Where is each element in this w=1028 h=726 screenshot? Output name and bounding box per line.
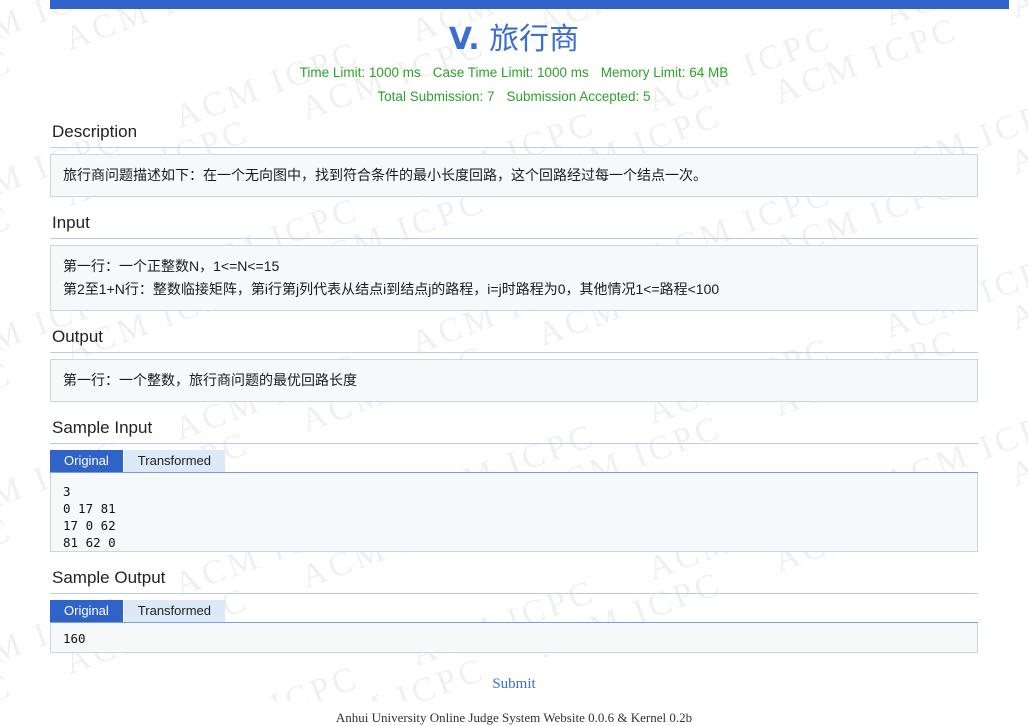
sample-output-content: 160 (50, 623, 978, 653)
description-box: 旅行商问题描述如下：在一个无向图中，找到符合条件的最小长度回路，这个回路经过每一… (50, 154, 978, 197)
limits-line: Time Limit: 1000 ms Case Time Limit: 1000… (0, 58, 1028, 82)
submission-stats-line: Total Submission: 7 Submission Accepted: … (0, 82, 1028, 106)
memory-limit: Memory Limit: 64 MB (600, 65, 729, 80)
description-text: 旅行商问题描述如下：在一个无向图中，找到符合条件的最小长度回路，这个回路经过每一… (63, 167, 707, 183)
sample-output-tabs: Original Transformed (50, 600, 978, 623)
submission-accepted: Submission Accepted: 5 (506, 89, 651, 104)
problem-index: V. (448, 22, 480, 57)
tab-sample-input-original[interactable]: Original (50, 450, 123, 472)
section-input: Input 第一行：一个正整数N，1<=N<=15 第2至1+N行：整数临接矩阵… (50, 197, 978, 311)
input-heading: Input (50, 197, 978, 239)
submit-link[interactable]: Submit (492, 676, 535, 692)
sample-input-heading: Sample Input (50, 402, 978, 444)
section-output: Output 第一行：一个整数，旅行商问题的最优回路长度 (50, 311, 978, 402)
problem-title: 旅行商 (489, 22, 580, 57)
tab-sample-output-original[interactable]: Original (50, 600, 123, 622)
section-description: Description 旅行商问题描述如下：在一个无向图中，找到符合条件的最小长… (50, 106, 978, 197)
output-heading: Output (50, 311, 978, 353)
case-time-limit: Case Time Limit: 1000 ms (432, 65, 589, 80)
footer-note: Anhui University Online Judge System Web… (335, 710, 693, 725)
sample-input-content: 3 0 17 81 17 0 62 81 62 0 (50, 473, 978, 552)
time-limit: Time Limit: 1000 ms (299, 65, 421, 80)
problem-page: V. 旅行商 Time Limit: 1000 ms Case Time Limi… (0, 0, 1028, 726)
sample-output-heading: Sample Output (50, 552, 978, 594)
output-text: 第一行：一个整数，旅行商问题的最优回路长度 (63, 372, 357, 388)
top-navigation-bar[interactable] (50, 0, 1009, 9)
section-sample-output: Sample Output Original Transformed 160 (50, 552, 978, 653)
tab-sample-output-transformed[interactable]: Transformed (122, 600, 226, 622)
section-sample-input: Sample Input Original Transformed 3 0 17… (50, 402, 978, 552)
total-submission: Total Submission: 7 (377, 89, 495, 104)
output-box: 第一行：一个整数，旅行商问题的最优回路长度 (50, 359, 978, 402)
description-heading: Description (50, 106, 978, 148)
input-box: 第一行：一个正整数N，1<=N<=15 第2至1+N行：整数临接矩阵，第i行第j… (50, 245, 978, 311)
tab-sample-input-transformed[interactable]: Transformed (122, 450, 226, 472)
sample-input-tabs: Original Transformed (50, 450, 978, 473)
input-text-line-2: 第2至1+N行：整数临接矩阵，第i行第j列代表从结点i到结点j的路程，i=j时路… (63, 281, 720, 297)
input-text-line-1: 第一行：一个正整数N，1<=N<=15 (63, 258, 280, 274)
submit-area: Submit (0, 653, 1028, 693)
